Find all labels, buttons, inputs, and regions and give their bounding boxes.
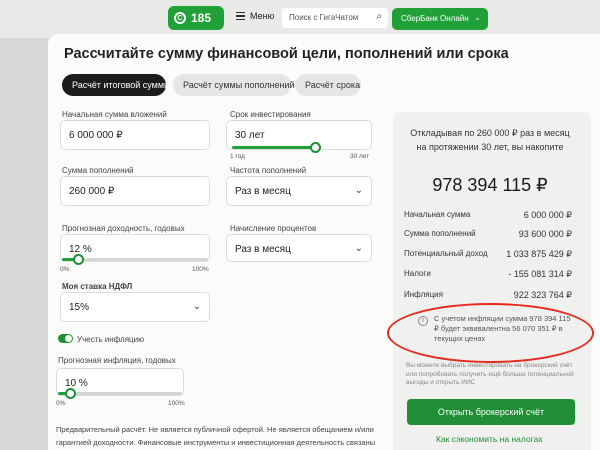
yield-slider[interactable]: [62, 254, 208, 265]
inflation-min-label: 0%: [56, 400, 66, 407]
initial-amount-value: 6 000 000 ₽: [69, 130, 123, 141]
frequency-value: Раз в месяц: [235, 186, 291, 197]
initial-amount-field[interactable]: 6 000 000 ₽: [60, 120, 210, 150]
accrual-label: Начисление процентов: [230, 224, 317, 233]
online-button-label: СберБанк Онлайн: [401, 14, 469, 23]
result-row-taxes: Налоги - 155 081 314 ₽: [404, 269, 572, 279]
result-row-initial: Начальная сумма 6 000 000 ₽: [404, 210, 572, 220]
sber-logo-icon: С: [174, 12, 186, 24]
frequency-label: Частота пополнений: [230, 166, 307, 175]
inflation-toggle-label: Учесть инфляцию: [77, 335, 145, 344]
sberbank-online-button[interactable]: СберБанк Онлайн ⌄: [392, 8, 488, 30]
menu-button[interactable]: Меню: [236, 11, 274, 21]
initial-amount-label: Начальная сумма вложений: [62, 110, 167, 119]
ndfl-value: 15%: [69, 302, 90, 313]
term-min-label: 1 год: [230, 153, 245, 160]
ndfl-select[interactable]: 15% ⌄: [60, 292, 210, 322]
search-placeholder: Поиск с ГигаЧатом: [289, 13, 359, 22]
yield-slider-handle[interactable]: [73, 254, 84, 265]
tab-term[interactable]: Расчёт срока: [295, 74, 361, 96]
result-heading: Откладывая по 260 000 ₽ раз в месяц на п…: [410, 128, 570, 152]
search-icon[interactable]: ⌕: [376, 11, 382, 22]
result-row-income: Потенциальный доход 1 033 875 429 ₽: [404, 249, 572, 259]
result-row-label: Потенциальный доход: [404, 249, 488, 258]
accrual-value: Раз в месяц: [235, 244, 291, 255]
result-row-label: Начальная сумма: [404, 210, 471, 219]
search-input[interactable]: Поиск с ГигаЧатом ⌕: [282, 8, 388, 28]
tax-savings-link[interactable]: Как сэкономить на налогах: [436, 434, 543, 444]
result-row-value: 93 600 000 ₽: [518, 229, 572, 239]
yield-label: Прогнозная доходность, годовых: [62, 224, 185, 233]
top-navigation-bar: С 185 Меню Поиск с ГигаЧатом ⌕ СберБанк …: [0, 0, 600, 38]
topup-label: Сумма пополнений: [62, 166, 134, 175]
result-row-value: - 155 081 314 ₽: [508, 269, 572, 279]
inflation-slider[interactable]: [58, 388, 182, 399]
chevron-down-icon: ⌄: [354, 243, 363, 254]
topup-field[interactable]: 260 000 ₽: [60, 176, 210, 206]
ndfl-label: Моя ставка НДФЛ: [62, 282, 133, 291]
result-row-label: Сумма пополнений: [404, 229, 476, 238]
broker-hint-text: Вы можете выбрать инвестировать на броке…: [406, 362, 574, 386]
result-row-topups: Сумма пополнений 93 600 000 ₽: [404, 229, 572, 239]
yield-min-label: 0%: [60, 266, 70, 273]
result-row-value: 6 000 000 ₽: [523, 210, 572, 220]
hamburger-icon: [236, 11, 245, 21]
result-row-value: 1 033 875 429 ₽: [506, 249, 572, 259]
result-row-label: Налоги: [404, 269, 431, 278]
page-title: Рассчитайте сумму финансовой цели, попол…: [64, 46, 509, 62]
term-label: Срок инвестирования: [230, 110, 311, 119]
result-total: 978 394 115 ₽: [432, 175, 548, 195]
term-slider-handle[interactable]: [310, 142, 321, 153]
tab-topup-amount[interactable]: Расчёт суммы пополнений: [173, 74, 294, 96]
chevron-down-icon: ⌄: [354, 185, 363, 196]
frequency-select[interactable]: Раз в месяц ⌄: [226, 176, 372, 206]
result-row-value: 922 323 764 ₽: [513, 290, 572, 300]
chevron-down-icon: ⌄: [474, 13, 481, 22]
accrual-select[interactable]: Раз в месяц ⌄: [226, 234, 372, 262]
yield-max-label: 100%: [192, 266, 209, 273]
inflation-toggle[interactable]: [58, 334, 73, 343]
topup-value: 260 000 ₽: [69, 186, 115, 197]
term-max-label: 30 лет: [350, 153, 370, 160]
logo-text: 185: [191, 11, 212, 25]
inflation-slider-handle[interactable]: [65, 388, 76, 399]
term-slider[interactable]: [232, 142, 321, 153]
disclaimer-text: Предварительный расчёт. Не является публ…: [56, 425, 376, 447]
tab-total-amount[interactable]: Расчёт итоговой суммы: [62, 74, 171, 96]
result-row-label: Инфляция: [404, 290, 443, 299]
term-value: 30 лет: [235, 130, 265, 141]
menu-label: Меню: [250, 11, 275, 21]
open-brokerage-account-button[interactable]: Открыть брокерский счёт: [407, 399, 575, 425]
red-highlight-ellipse: [387, 303, 594, 363]
term-slider-fill: [232, 146, 318, 149]
result-row-inflation: Инфляция 922 323 764 ₽: [404, 290, 572, 300]
chevron-down-icon: ⌄: [192, 301, 201, 312]
sber-logo[interactable]: С 185: [168, 6, 224, 30]
inflation-max-label: 100%: [168, 400, 185, 407]
inflation-label: Прогнозная инфляция, годовых: [58, 356, 176, 365]
